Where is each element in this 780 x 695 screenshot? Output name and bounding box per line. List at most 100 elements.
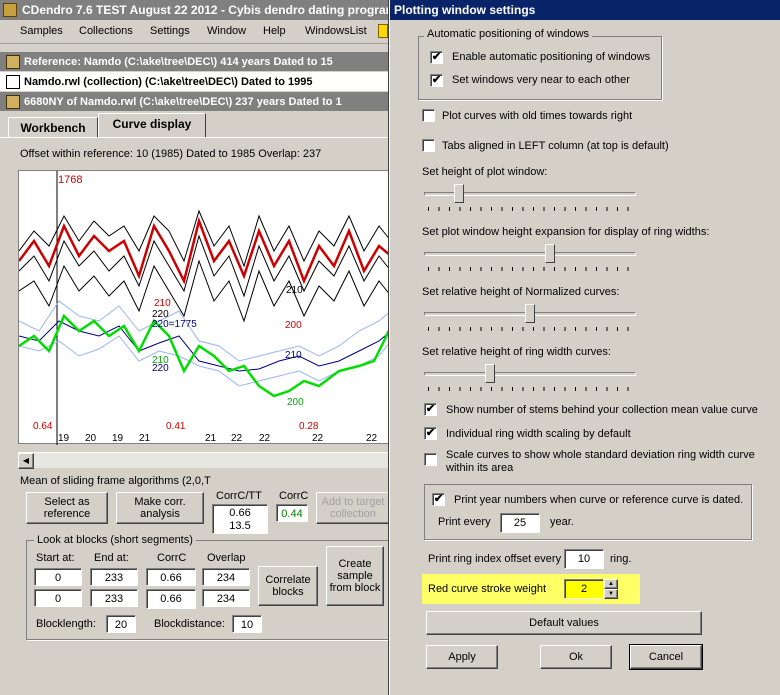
start-at-input-2[interactable]: 0 <box>34 589 82 607</box>
mdi-title: 6680NY of Namdo.rwl (C:\ake\tree\DEC\) 2… <box>24 96 342 108</box>
axis-label: 21 <box>139 433 151 444</box>
height-expansion-track <box>424 252 636 256</box>
axis-label: 22 <box>312 433 324 444</box>
ring-offset-label: Print ring index offset every <box>428 553 562 565</box>
print-years-checkbox[interactable]: ✔ <box>432 493 445 506</box>
add-to-target-collection-button[interactable]: Add to target collection <box>316 492 390 524</box>
red-weight-input[interactable]: 2 <box>564 579 604 599</box>
height-normalized-ticks <box>428 327 634 331</box>
curve-plot[interactable]: 1768 210 210 220 220=1775 200 210 210 22… <box>18 170 393 445</box>
label-1768: 1768 <box>58 174 82 186</box>
set-near-label: Set windows very near to each other <box>452 74 630 86</box>
tabs-left-checkbox[interactable] <box>422 139 435 152</box>
window-icon <box>6 75 20 89</box>
tab-divider <box>0 137 390 138</box>
ring-offset-input[interactable]: 10 <box>564 549 604 569</box>
offset-line: Offset within reference: 10 (1985) Dated… <box>20 148 322 160</box>
make-corr-analysis-button[interactable]: Make corr. analysis <box>116 492 204 524</box>
label-220-1775: 220=1775 <box>152 319 197 330</box>
scale-curves-label: Scale curves to show whole standard devi… <box>446 449 755 474</box>
label-210-blue: 210 <box>285 350 302 361</box>
axis-label: 22 <box>259 433 271 444</box>
axis-label: 19 <box>58 433 70 444</box>
height-plot-label: Set height of plot window: <box>422 166 548 178</box>
select-as-reference-button[interactable]: Select as reference <box>26 492 108 524</box>
scale-curves-checkbox[interactable] <box>424 453 437 466</box>
horizontal-scrollbar[interactable]: ◀ <box>18 452 390 469</box>
height-expansion-slider[interactable] <box>545 244 556 263</box>
corr-label-0.28: 0.28 <box>299 421 319 432</box>
menu-help[interactable]: Help <box>263 25 286 37</box>
blockdistance-input[interactable]: 10 <box>232 615 262 633</box>
corrc-tt-value-1: 0.66 <box>229 507 251 519</box>
menu-settings[interactable]: Settings <box>150 25 190 37</box>
corrc-tt-value: 0.66 13.5 <box>212 504 268 534</box>
mdi-window-reference[interactable]: Reference: Namdo (C:\ake\tree\DEC\) 414 … <box>0 52 390 72</box>
year-label: year. <box>550 516 574 528</box>
overlap-value-1: 234 <box>202 568 250 586</box>
label-210-red: 210 <box>154 298 171 309</box>
correlate-blocks-button[interactable]: Correlate blocks <box>258 566 318 606</box>
sliding-frame-label: Mean of sliding frame algorithms (2,0,T <box>20 475 211 487</box>
default-values-button[interactable]: Default values <box>426 611 702 635</box>
height-normalized-label: Set relative height of Normalized curves… <box>422 286 620 298</box>
label-210-black: 210 <box>286 285 303 296</box>
show-stems-checkbox[interactable]: ✔ <box>424 403 437 416</box>
app-icon <box>3 3 17 17</box>
axis-label: 20 <box>85 433 97 444</box>
axis-label: 21 <box>205 433 217 444</box>
height-expansion-ticks <box>428 267 634 271</box>
axis-label: 22 <box>366 433 378 444</box>
tab-workbench[interactable]: Workbench <box>8 117 98 137</box>
curve-lightblue-2 <box>18 335 392 387</box>
print-years-group <box>424 484 752 540</box>
app-title: CDendro 7.6 TEST August 22 2012 - Cybis … <box>22 3 397 17</box>
mdi-title: Reference: Namdo (C:\ake\tree\DEC\) 414 … <box>24 56 333 68</box>
ok-button[interactable]: Ok <box>540 645 612 669</box>
axis-label: 19 <box>112 433 124 444</box>
auto-positioning-group <box>418 36 662 100</box>
corr-label-0.64: 0.64 <box>33 421 53 432</box>
show-stems-label: Show number of stems behind your collect… <box>446 404 758 416</box>
create-sample-from-block-button[interactable]: Create sample from block <box>326 546 384 606</box>
menu-window[interactable]: Window <box>207 25 246 37</box>
corrc-value: 0.44 <box>276 504 308 522</box>
plotting-settings-dialog: Plotting window settings Automatic posit… <box>389 0 780 695</box>
apply-button[interactable]: Apply <box>426 645 498 669</box>
end-at-label: End at: <box>94 552 129 564</box>
spin-down-icon[interactable]: ▼ <box>604 589 618 599</box>
toolbar-icon[interactable] <box>378 24 388 38</box>
enable-auto-checkbox[interactable]: ✔ <box>430 51 443 64</box>
set-near-checkbox[interactable]: ✔ <box>430 74 443 87</box>
curve-green <box>18 313 393 398</box>
height-ringwidth-track <box>424 372 636 376</box>
x-axis-labels: 19 20 19 21 21 22 22 22 22 <box>19 433 391 445</box>
menu-collections[interactable]: Collections <box>79 25 133 37</box>
tab-curve-display[interactable]: Curve display <box>98 113 206 137</box>
curve-plot-svg: 1768 210 210 220 220=1775 200 210 210 22… <box>18 171 393 445</box>
plot-old-right-checkbox[interactable] <box>422 109 435 122</box>
mdi-window-collection[interactable]: Namdo.rwl (collection) (C:\ake\tree\DEC\… <box>0 72 390 92</box>
corrc-value-1: 0.66 <box>146 568 196 586</box>
axis-label: 22 <box>231 433 243 444</box>
menu-samples[interactable]: Samples <box>20 25 63 37</box>
end-at-input-2[interactable]: 233 <box>90 589 138 607</box>
height-normalized-slider[interactable] <box>525 304 535 323</box>
menu-windowslist[interactable]: WindowsList <box>305 25 367 37</box>
mdi-window-sample[interactable]: 6680NY of Namdo.rwl (C:\ake\tree\DEC\) 2… <box>0 92 390 112</box>
scroll-left-icon[interactable]: ◀ <box>18 453 34 469</box>
label-200-green: 200 <box>287 397 304 408</box>
tabs-left-label: Tabs aligned in LEFT column (at top is d… <box>442 140 669 152</box>
cancel-button[interactable]: Cancel <box>629 644 703 670</box>
height-plot-slider[interactable] <box>454 184 465 203</box>
window-icon <box>6 95 20 109</box>
print-every-input[interactable]: 25 <box>500 513 540 533</box>
individual-scaling-label: Individual ring width scaling by default <box>446 428 631 440</box>
end-at-input-1[interactable]: 233 <box>90 568 138 586</box>
start-at-input-1[interactable]: 0 <box>34 568 82 586</box>
label-220-blue: 220 <box>152 363 169 374</box>
auto-positioning-label: Automatic positioning of windows <box>424 28 593 40</box>
blocklength-input[interactable]: 20 <box>106 615 136 633</box>
individual-scaling-checkbox[interactable]: ✔ <box>424 427 437 440</box>
height-ringwidth-slider[interactable] <box>484 364 495 383</box>
